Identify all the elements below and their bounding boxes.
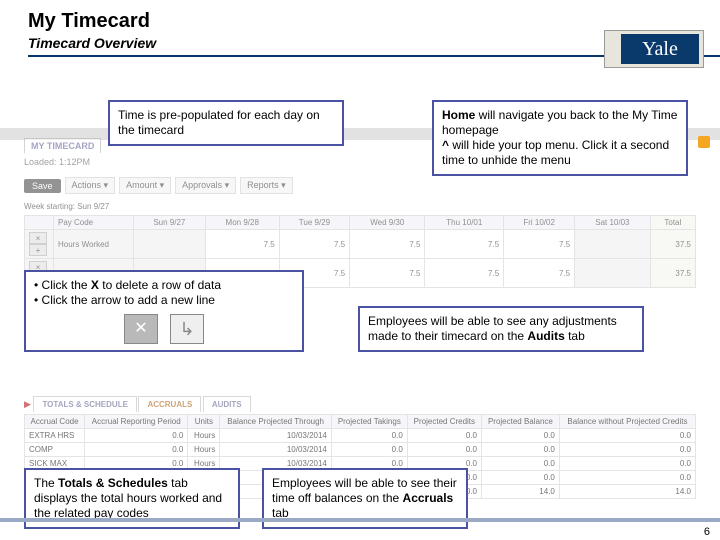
cell: 0.0 <box>559 443 695 457</box>
cell: 0.0 <box>559 471 695 485</box>
day-header: Mon 9/28 <box>205 216 279 230</box>
hours-cell[interactable]: 7.5 <box>425 230 504 259</box>
hours-cell[interactable]: 7.5 <box>504 230 575 259</box>
hours-cell[interactable]: 7.5 <box>350 230 425 259</box>
cell: 10/03/2014 <box>220 443 332 457</box>
timecard-header-row: Pay Code Sun 9/27 Mon 9/28 Tue 9/29 Wed … <box>25 216 696 230</box>
amount-menu[interactable]: Amount ▾ <box>119 177 171 194</box>
cell: Hours <box>188 429 220 443</box>
total-header: Total <box>650 216 695 230</box>
tab-audits[interactable]: AUDITS <box>203 396 251 412</box>
cell: 14.0 <box>559 485 695 499</box>
mytimecard-tab[interactable]: MY TIMECARD <box>24 138 101 153</box>
cell: EXTRA HRS <box>25 429 85 443</box>
orange-indicator-icon <box>698 136 710 148</box>
hours-cell[interactable]: 7.5 <box>205 230 279 259</box>
cell: 0.0 <box>85 429 188 443</box>
hours-cell <box>575 259 651 288</box>
cell: 10/03/2014 <box>220 429 332 443</box>
cell: 0.0 <box>407 429 481 443</box>
hours-cell: 7.5 <box>425 259 504 288</box>
hours-cell: 7.5 <box>504 259 575 288</box>
cell: 0.0 <box>481 471 559 485</box>
add-row-icon[interactable]: + <box>29 244 47 256</box>
add-row-sample-icon: ↳ <box>170 314 204 344</box>
callout-bold: Home <box>442 108 475 122</box>
detail-tabs: ▶ TOTALS & SCHEDULE ACCRUALS AUDITS <box>24 396 250 412</box>
day-header: Tue 9/29 <box>279 216 349 230</box>
grand-total-cell: 37.5 <box>650 259 695 288</box>
cell: 0.0 <box>481 457 559 471</box>
hours-cell[interactable] <box>134 230 206 259</box>
day-header: Wed 9/30 <box>350 216 425 230</box>
day-header: Sat 10/03 <box>575 216 651 230</box>
col-header: Accrual Code <box>25 415 85 429</box>
hours-cell: 7.5 <box>350 259 425 288</box>
callout-prepopulated: Time is pre-populated for each day on th… <box>108 100 344 146</box>
callout-row-controls: • Click the X to delete a row of data • … <box>24 270 304 352</box>
logo-text: Yale <box>621 34 699 64</box>
cell: 14.0 <box>481 485 559 499</box>
paycode-header: Pay Code <box>54 216 134 230</box>
day-header: Thu 10/01 <box>425 216 504 230</box>
save-button[interactable]: Save <box>24 179 61 193</box>
cell: 0.0 <box>331 443 407 457</box>
callout-home-caret: Home will navigate you back to the My Ti… <box>432 100 688 176</box>
cell: COMP <box>25 443 85 457</box>
callout-text: will hide your top menu. Click it a seco… <box>442 138 669 167</box>
hours-cell[interactable]: 7.5 <box>279 230 349 259</box>
col-header: Balance Projected Through <box>220 415 332 429</box>
cell: 0.0 <box>85 443 188 457</box>
callout-audits: Employees will be able to see any adjust… <box>358 306 644 352</box>
logo: Yale <box>604 30 704 68</box>
col-header: Balance without Projected Credits <box>559 415 695 429</box>
footer-rule <box>0 518 720 522</box>
col-header: Projected Balance <box>481 415 559 429</box>
table-row: EXTRA HRS0.0Hours10/03/20140.00.00.00.0 <box>25 429 696 443</box>
col-header: Projected Takings <box>331 415 407 429</box>
col-header: Accrual Reporting Period <box>85 415 188 429</box>
approvals-menu[interactable]: Approvals ▾ <box>175 177 236 194</box>
cell: 0.0 <box>481 443 559 457</box>
cell: 0.0 <box>559 457 695 471</box>
timecard-row: ×+ Hours Worked 7.5 7.5 7.5 7.5 7.5 37.5 <box>25 230 696 259</box>
action-bar: Save Actions ▾ Amount ▾ Approvals ▾ Repo… <box>24 177 696 194</box>
day-header: Sun 9/27 <box>134 216 206 230</box>
page-number: 6 <box>704 526 710 538</box>
day-header: Fri 10/02 <box>504 216 575 230</box>
callout-text: Time is pre-populated for each day on th… <box>118 108 320 137</box>
col-header: Units <box>188 415 220 429</box>
tab-totals-schedule[interactable]: TOTALS & SCHEDULE <box>33 396 136 412</box>
hours-cell[interactable] <box>575 230 651 259</box>
week-label: Week starting: Sun 9/27 <box>24 202 696 211</box>
row-controls: ×+ <box>25 230 54 259</box>
callout-text: will navigate you back to the My Time ho… <box>442 108 677 137</box>
col-header: Projected Credits <box>407 415 481 429</box>
delete-row-icon[interactable]: × <box>29 232 47 244</box>
rowctl-header <box>25 216 54 230</box>
table-row: COMP0.0Hours10/03/20140.00.00.00.0 <box>25 443 696 457</box>
cell: Hours <box>188 443 220 457</box>
cell: 0.0 <box>481 429 559 443</box>
reports-menu[interactable]: Reports ▾ <box>240 177 293 194</box>
tab-accruals[interactable]: ACCRUALS <box>138 396 201 412</box>
row-total-cell: 37.5 <box>650 230 695 259</box>
delete-row-sample-icon: ✕ <box>124 314 158 344</box>
actions-menu[interactable]: Actions ▾ <box>65 177 116 194</box>
icon-sample: ✕ ↳ <box>34 314 294 344</box>
cell: 0.0 <box>331 429 407 443</box>
paycode-cell[interactable]: Hours Worked <box>54 230 134 259</box>
accruals-header-row: Accrual Code Accrual Reporting Period Un… <box>25 415 696 429</box>
cell: 0.0 <box>559 429 695 443</box>
callout-bold: ^ <box>442 138 449 152</box>
cell: 0.0 <box>407 443 481 457</box>
